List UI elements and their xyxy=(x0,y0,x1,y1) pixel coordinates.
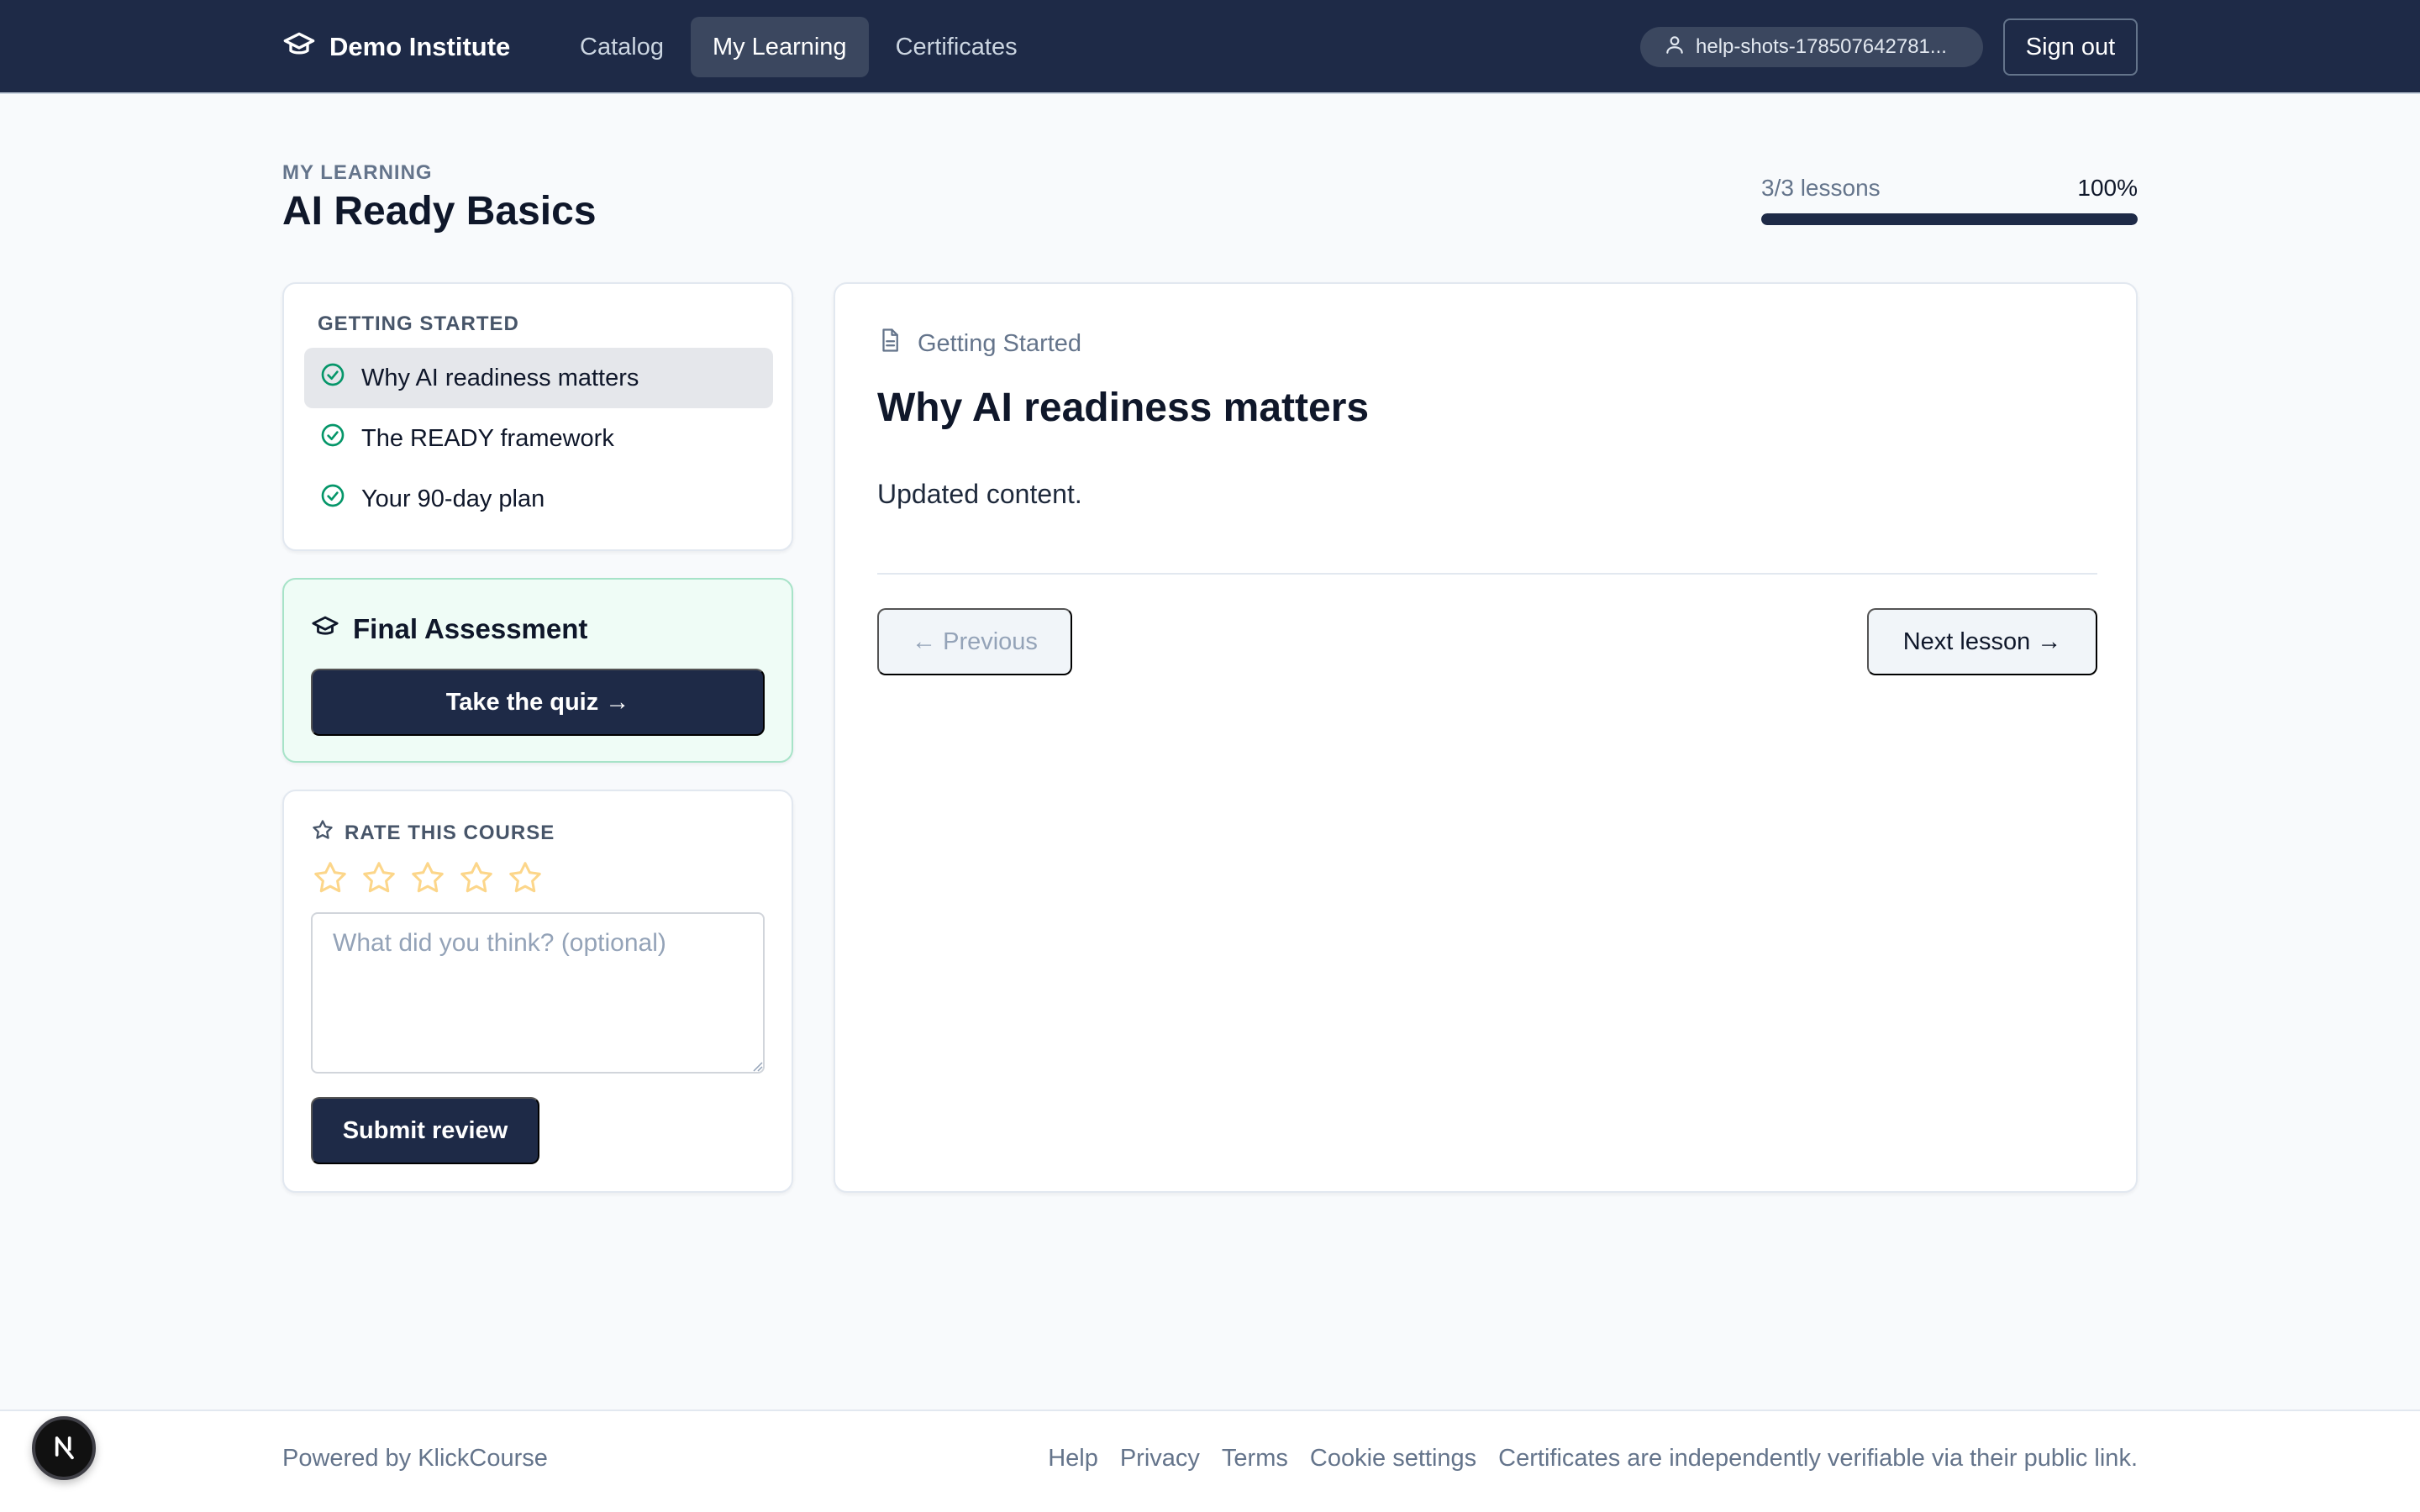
assessment-heading: Final Assessment xyxy=(311,612,587,647)
progress-bar xyxy=(1761,213,2138,225)
progress-count: 3/3 lessons xyxy=(1761,175,1881,201)
document-icon xyxy=(877,328,902,360)
main-nav: Catalog My Learning Certificates xyxy=(558,17,1039,77)
footer-note: Certificates are independently verifiabl… xyxy=(1498,1445,2138,1472)
star-icon xyxy=(311,818,334,848)
powered-by: Powered by KlickCourse xyxy=(282,1445,548,1472)
nextjs-icon xyxy=(47,1430,81,1467)
check-circle-icon xyxy=(319,482,346,516)
footer-links: Help Privacy Terms Cookie settings Certi… xyxy=(1048,1445,2138,1473)
nav-my-learning[interactable]: My Learning xyxy=(690,17,869,77)
nav-catalog[interactable]: Catalog xyxy=(558,17,686,77)
rate-course-card: RATE THIS COURSE Submit review xyxy=(282,790,793,1193)
lesson-content: Getting Started Why AI readiness matters… xyxy=(834,282,2138,1193)
course-progress: 3/3 lessons 100% xyxy=(1761,175,2138,225)
page-title: AI Ready Basics xyxy=(282,189,597,234)
footer-link-terms[interactable]: Terms xyxy=(1222,1445,1288,1473)
lesson-label: Your 90-day plan xyxy=(361,485,545,512)
footer-link-cookie-settings[interactable]: Cookie settings xyxy=(1310,1445,1476,1473)
check-circle-icon xyxy=(319,361,346,395)
brand-logo[interactable]: Demo Institute xyxy=(282,0,510,94)
previous-lesson-button[interactable]: ← Previous xyxy=(877,608,1072,675)
resize-handle-icon[interactable] xyxy=(750,1058,763,1072)
section-title: GETTING STARTED xyxy=(318,312,519,335)
lesson-label: The READY framework xyxy=(361,424,614,452)
take-quiz-button[interactable]: Take the quiz → xyxy=(311,669,765,736)
rating-star-3[interactable] xyxy=(408,858,447,901)
star-rating xyxy=(311,858,544,901)
rating-star-4[interactable] xyxy=(457,858,496,901)
lesson-item-90-day-plan[interactable]: Your 90-day plan xyxy=(304,469,773,529)
lesson-list: GETTING STARTED Why AI readiness matters… xyxy=(282,282,793,551)
rating-label: RATE THIS COURSE xyxy=(345,821,555,844)
next-lesson-button[interactable]: Next lesson → xyxy=(1867,608,2097,675)
lesson-item-why-ai-readiness[interactable]: Why AI readiness matters xyxy=(304,348,773,408)
review-textarea[interactable] xyxy=(311,912,765,1074)
footer-link-help[interactable]: Help xyxy=(1048,1445,1098,1473)
submit-review-button[interactable]: Submit review xyxy=(311,1097,539,1164)
nav-certificates[interactable]: Certificates xyxy=(874,17,1039,77)
final-assessment-card: Final Assessment Take the quiz → xyxy=(282,578,793,763)
dev-tools-badge[interactable] xyxy=(32,1416,96,1480)
divider xyxy=(877,573,2097,575)
user-menu[interactable]: help-shots-178507642781... xyxy=(1640,27,1983,67)
lesson-item-ready-framework[interactable]: The READY framework xyxy=(304,408,773,469)
rating-star-1[interactable] xyxy=(311,858,350,901)
footer: Powered by KlickCourse Help Privacy Term… xyxy=(0,1410,2420,1512)
progress-bar-fill xyxy=(1761,213,2138,225)
user-icon xyxy=(1664,34,1686,61)
lesson-title: Why AI readiness matters xyxy=(877,386,1370,430)
graduation-cap-icon xyxy=(282,27,316,67)
top-navbar: Demo Institute Catalog My Learning Certi… xyxy=(0,0,2420,94)
rating-heading: RATE THIS COURSE xyxy=(311,818,555,848)
page-eyebrow: MY LEARNING xyxy=(282,161,433,184)
user-email: help-shots-178507642781... xyxy=(1696,35,1947,58)
lesson-label: Why AI readiness matters xyxy=(361,364,639,391)
lesson-body: Updated content. xyxy=(877,479,1082,509)
lesson-breadcrumb: Getting Started xyxy=(877,328,1081,360)
breadcrumb-label: Getting Started xyxy=(918,329,1082,357)
rating-star-2[interactable] xyxy=(360,858,398,901)
assessment-title: Final Assessment xyxy=(353,613,588,644)
footer-link-privacy[interactable]: Privacy xyxy=(1120,1445,1200,1473)
rating-star-5[interactable] xyxy=(506,858,544,901)
progress-percent: 100% xyxy=(2077,175,2138,201)
check-circle-icon xyxy=(319,422,346,455)
graduation-cap-icon xyxy=(311,612,339,647)
brand-name: Demo Institute xyxy=(329,32,511,61)
sign-out-button[interactable]: Sign out xyxy=(2003,18,2138,76)
